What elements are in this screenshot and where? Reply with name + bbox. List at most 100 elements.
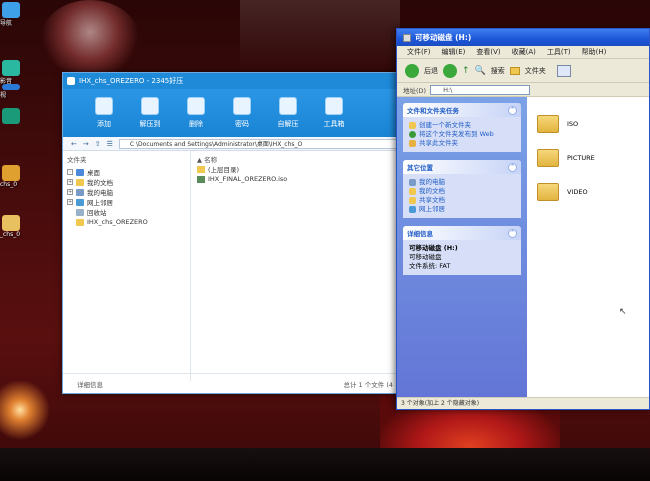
place-label: 网上邻居 [419, 205, 445, 213]
toolbox-label: 工具箱 [323, 120, 345, 128]
explorer-content: ISO PICTURE VIDEO ↖ [527, 97, 649, 397]
lock-icon [233, 97, 251, 115]
task-new-folder[interactable]: 创建一个新文件夹 [409, 121, 515, 130]
collapse-chevron-icon[interactable]: ⌃ [508, 162, 517, 172]
back-arrow-icon[interactable]: ← [71, 140, 77, 148]
explorer-toolbar: 后退 ↑ 🔍 搜索 文件夹 [397, 59, 649, 83]
extract-button[interactable]: 解压到 [127, 97, 173, 129]
list-item-label: (上层目录) [208, 166, 240, 174]
drive-icon [403, 33, 411, 42]
archive-title: IHX_chs_OREZERO - 2345好压 [79, 77, 184, 85]
expand-icon[interactable]: + [67, 189, 73, 195]
tree-item-label: 桌面 [87, 169, 100, 177]
toolbox-icon [325, 97, 343, 115]
up-folder-icon[interactable]: ↑ [462, 66, 470, 76]
explorer-title-bar[interactable]: 可移动磁盘 (H:) [397, 29, 649, 46]
collapse-icon[interactable]: - [67, 169, 73, 175]
place-label: 我的电脑 [419, 178, 445, 186]
delete-icon [187, 97, 205, 115]
desktop-icon-media[interactable]: 影音 [0, 60, 32, 85]
menu-edit[interactable]: 编辑(E) [442, 47, 466, 57]
explorer-title: 可移动磁盘 (H:) [415, 33, 472, 42]
expand-icon[interactable]: + [67, 199, 73, 205]
extract-icon [141, 97, 159, 115]
tree-item-recycle-bin[interactable]: 回收站 [67, 207, 186, 217]
desktop-icon-folder[interactable]: _chs_0 [0, 215, 32, 238]
folder-label: VIDEO [567, 188, 588, 196]
back-button[interactable]: 后退 [424, 66, 438, 76]
search-button[interactable]: 搜索 [491, 66, 505, 76]
desktop-icon-label: 视 [0, 92, 7, 99]
detail-info-label[interactable]: 详细信息 [63, 379, 191, 389]
place-shared-documents[interactable]: 共享文档 [409, 196, 515, 205]
desktop-icon-archive[interactable]: chs_0 [0, 165, 32, 188]
forward-arrow-icon[interactable] [443, 63, 457, 78]
menu-help[interactable]: 帮助(H) [582, 47, 607, 57]
task-label: 共享此文件夹 [419, 139, 458, 147]
forward-arrow-icon[interactable]: → [83, 140, 89, 148]
other-places-header[interactable]: 其它位置 ⌃ [403, 160, 521, 174]
folder-item-iso[interactable]: ISO [537, 115, 639, 133]
mouse-cursor-icon: ↖ [619, 307, 627, 317]
place-label: 共享文档 [419, 196, 445, 204]
other-places-panel: 其它位置 ⌃ 我的电脑 我的文档 共享文档 网上邻居 [403, 160, 521, 218]
tree-item-my-documents[interactable]: + 我的文档 [67, 177, 186, 187]
list-item-parent[interactable]: (上层目录) [197, 164, 393, 174]
place-network[interactable]: 网上邻居 [409, 205, 515, 214]
collapse-chevron-icon[interactable]: ⌃ [508, 105, 517, 115]
network-icon [76, 198, 84, 206]
view-list-icon[interactable]: ☰ [107, 140, 113, 148]
tasks-panel: 文件和文件夹任务 ⌃ 创建一个新文件夹 将这个文件夹发布到 Web 共享此文件夹 [403, 103, 521, 152]
desktop-icon-app[interactable] [0, 108, 32, 124]
back-arrow-icon[interactable] [405, 63, 419, 78]
place-label: 我的文档 [419, 187, 445, 195]
shared-documents-icon [409, 197, 416, 204]
task-pane: 文件和文件夹任务 ⌃ 创建一个新文件夹 将这个文件夹发布到 Web 共享此文件夹 [397, 97, 527, 397]
expand-icon[interactable]: + [67, 179, 73, 185]
tree-item-my-computer[interactable]: + 我的电脑 [67, 187, 186, 197]
folder-up-icon [197, 165, 205, 173]
add-button[interactable]: 添加 [81, 97, 127, 129]
desktop-icon-video[interactable]: 视 [0, 84, 32, 99]
folder-item-video[interactable]: VIDEO [537, 183, 639, 201]
archive-path-field[interactable]: C \Documents and Settings\Administrator\… [118, 138, 399, 149]
place-my-computer[interactable]: 我的电脑 [409, 178, 515, 187]
task-publish-web[interactable]: 将这个文件夹发布到 Web [409, 130, 515, 139]
tasks-panel-header[interactable]: 文件和文件夹任务 ⌃ [403, 103, 521, 117]
menu-file[interactable]: 文件(F) [407, 47, 431, 57]
menu-tools[interactable]: 工具(T) [547, 47, 571, 57]
toolbox-button[interactable]: 工具箱 [311, 97, 357, 129]
wallpaper-flower [40, 0, 140, 80]
desktop-icon-label: 导航 [0, 20, 13, 27]
details-panel-header[interactable]: 详细信息 ⌃ [403, 226, 521, 240]
archive-title-bar[interactable]: IHX_chs_OREZERO - 2345好压 [63, 73, 399, 89]
password-button[interactable]: 密码 [219, 97, 265, 129]
publish-web-icon [409, 131, 416, 138]
up-folder-icon[interactable]: ⇧ [95, 140, 101, 148]
tree-item-network[interactable]: + 网上邻居 [67, 197, 186, 207]
address-label: 地址(D) [403, 86, 427, 95]
menu-view[interactable]: 查看(V) [476, 47, 500, 57]
menu-favorites[interactable]: 收藏(A) [512, 47, 536, 57]
sfx-button[interactable]: 自解压 [265, 97, 311, 129]
browser-icon [2, 2, 20, 18]
desktop-icon-navigation[interactable]: 导航 [0, 2, 32, 27]
tree-item-archive-folder[interactable]: IHX_chs_OREZERO [67, 217, 186, 227]
explorer-status-bar: 3 个对象(加上 2 个隐藏对象) [397, 397, 649, 409]
address-bar: 地址(D) H:\ [397, 83, 649, 97]
list-item-iso[interactable]: IHX_FINAL_OREZERO.iso [197, 174, 393, 184]
task-share-folder[interactable]: 共享此文件夹 [409, 139, 515, 148]
archive-icon [2, 165, 20, 181]
address-field[interactable]: H:\ [430, 84, 531, 95]
views-button[interactable] [556, 64, 571, 77]
details-file-system: 文件系统: FAT [409, 262, 451, 270]
column-header-name[interactable]: ▲ 名称 [197, 154, 393, 164]
collapse-chevron-icon[interactable]: ⌃ [508, 228, 517, 238]
documents-icon [409, 188, 416, 195]
place-my-documents[interactable]: 我的文档 [409, 187, 515, 196]
folder-item-picture[interactable]: PICTURE [537, 149, 639, 167]
wallpaper-candle-light [0, 380, 60, 440]
folders-button[interactable]: 文件夹 [525, 66, 546, 76]
delete-button[interactable]: 删除 [173, 97, 219, 129]
tree-item-desktop[interactable]: - 桌面 [67, 167, 186, 177]
